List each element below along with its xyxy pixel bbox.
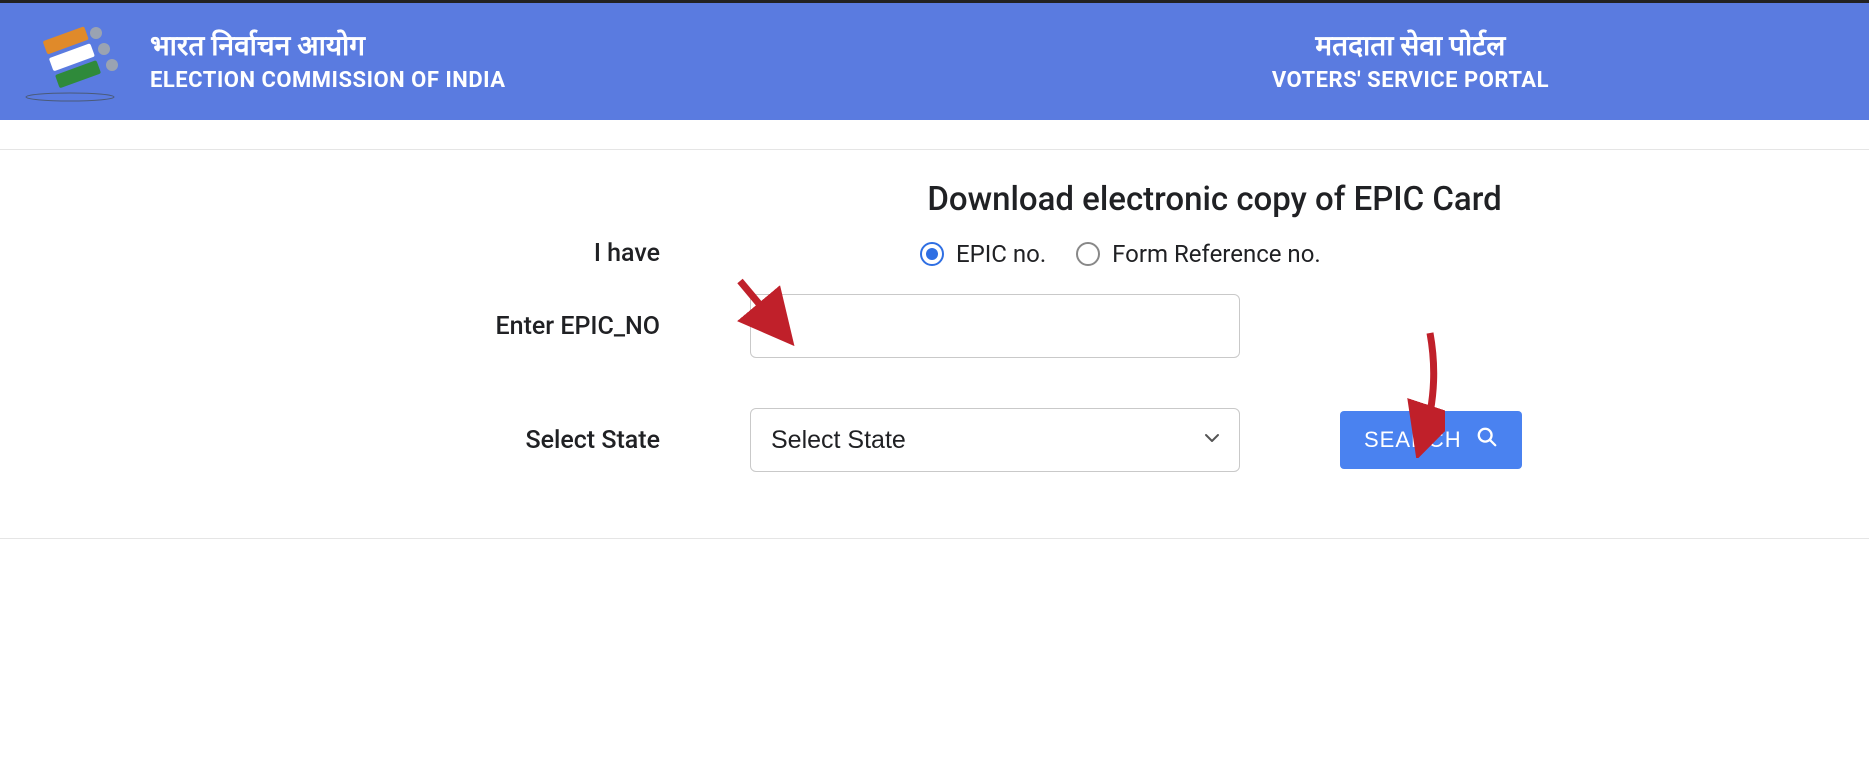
row-select-state: Select State Select State SEARCH <box>0 408 1869 472</box>
epic-no-input[interactable] <box>750 294 1240 358</box>
portal-title-english: VOTERS' SERVICE PORTAL <box>1272 68 1549 93</box>
label-select-state: Select State <box>0 426 750 455</box>
radio-form-reference[interactable]: Form Reference no. <box>1076 240 1321 268</box>
radio-selected-icon <box>920 242 944 266</box>
state-select[interactable]: Select State <box>750 408 1240 472</box>
radio-form-ref-label: Form Reference no. <box>1112 240 1321 268</box>
state-select-wrap: Select State <box>750 408 1240 472</box>
portal-title-hindi: मतदाता सेवा पोर्टल <box>1272 26 1549 64</box>
state-select-value: Select State <box>771 426 906 455</box>
radio-epic-label: EPIC no. <box>956 240 1046 268</box>
radio-unselected-icon <box>1076 242 1100 266</box>
org-titles: भारत निर्वाचन आयोग ELECTION COMMISSION O… <box>150 26 506 93</box>
radio-group-id-type: EPIC no. Form Reference no. <box>920 240 1321 268</box>
row-epic-no: Enter EPIC_NO <box>0 294 1869 358</box>
label-epic-no: Enter EPIC_NO <box>0 312 750 341</box>
search-icon <box>1476 426 1498 454</box>
org-title-english: ELECTION COMMISSION OF INDIA <box>150 68 506 93</box>
row-i-have: I have EPIC no. Form Reference no. <box>0 239 1869 268</box>
site-header: भारत निर्वाचन आयोग ELECTION COMMISSION O… <box>0 3 1869 120</box>
logo-block: भारत निर्वाचन आयोग ELECTION COMMISSION O… <box>20 13 506 107</box>
label-i-have: I have <box>0 239 750 268</box>
header-divider <box>0 120 1869 150</box>
search-button-label: SEARCH <box>1364 427 1462 453</box>
org-title-hindi: भारत निर्वाचन आयोग <box>150 26 506 64</box>
portal-titles: मतदाता सेवा पोर्टल VOTERS' SERVICE PORTA… <box>1272 26 1549 93</box>
page-title: Download electronic copy of EPIC Card <box>560 180 1869 219</box>
radio-epic-no[interactable]: EPIC no. <box>920 240 1046 268</box>
main-form: Download electronic copy of EPIC Card I … <box>0 150 1869 539</box>
eci-logo-icon <box>20 13 120 107</box>
search-button[interactable]: SEARCH <box>1340 411 1522 469</box>
